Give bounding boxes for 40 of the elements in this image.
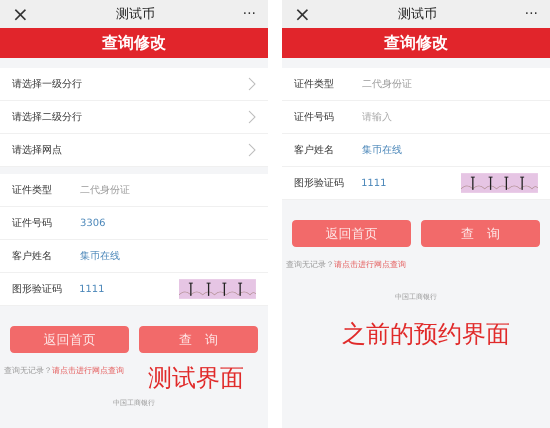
select-row-label[interactable]: 请选择网点 [12, 143, 248, 157]
field-label: 证件类型 [294, 78, 335, 91]
action-button[interactable]: 返回首页 [292, 220, 411, 247]
action-button[interactable]: 查 询 [421, 220, 540, 247]
captcha-field[interactable]: 1111 [79, 284, 180, 294]
captcha-field[interactable]: 1111 [361, 178, 462, 188]
select-row-label[interactable]: 请选择二级分行 [12, 110, 248, 124]
action-button[interactable]: 返回首页 [10, 326, 129, 353]
page-title: 测试币 [116, 6, 156, 23]
page-title: 测试币 [398, 6, 438, 23]
input-field[interactable]: 集币在线 [80, 250, 180, 262]
field-label: 证件号码 [294, 111, 335, 124]
close-icon[interactable]: × [294, 4, 311, 24]
hint-text: 查询无记录？ [4, 365, 52, 376]
banner-title: 查询修改 [282, 28, 550, 58]
field-label: 客户姓名 [12, 250, 53, 263]
chevron-icon [248, 110, 256, 124]
select-row-label[interactable]: 请选择一级分行 [12, 77, 248, 91]
branch-query-link[interactable]: 请点击进行网点查询 [334, 259, 406, 270]
banner-title: 查询修改 [0, 28, 268, 58]
annotation-text: 之前的预约界面 [342, 319, 510, 350]
more-icon[interactable]: ··· [524, 6, 538, 22]
field-label: 证件号码 [12, 217, 53, 230]
chevron-icon [248, 77, 256, 91]
more-icon[interactable]: ··· [242, 6, 256, 22]
select-value[interactable]: 二代身份证 [80, 183, 130, 197]
input-field[interactable]: 请输入 [362, 112, 462, 122]
action-button[interactable]: 查 询 [139, 326, 258, 353]
branch-query-link[interactable]: 请点击进行网点查询 [52, 365, 124, 376]
field-label: 图形验证码 [12, 283, 63, 296]
input-field[interactable]: 3306 [80, 218, 180, 228]
chevron-icon [248, 143, 256, 157]
select-value[interactable]: 二代身份证 [362, 77, 412, 91]
field-label: 图形验证码 [294, 177, 345, 190]
hint-text: 查询无记录？ [286, 259, 334, 270]
close-icon[interactable]: × [12, 4, 29, 24]
field-label: 证件类型 [12, 184, 53, 197]
input-field[interactable]: 集币在线 [362, 144, 462, 156]
field-label: 客户姓名 [294, 144, 335, 157]
annotation-text: 测试界面 [148, 363, 244, 394]
